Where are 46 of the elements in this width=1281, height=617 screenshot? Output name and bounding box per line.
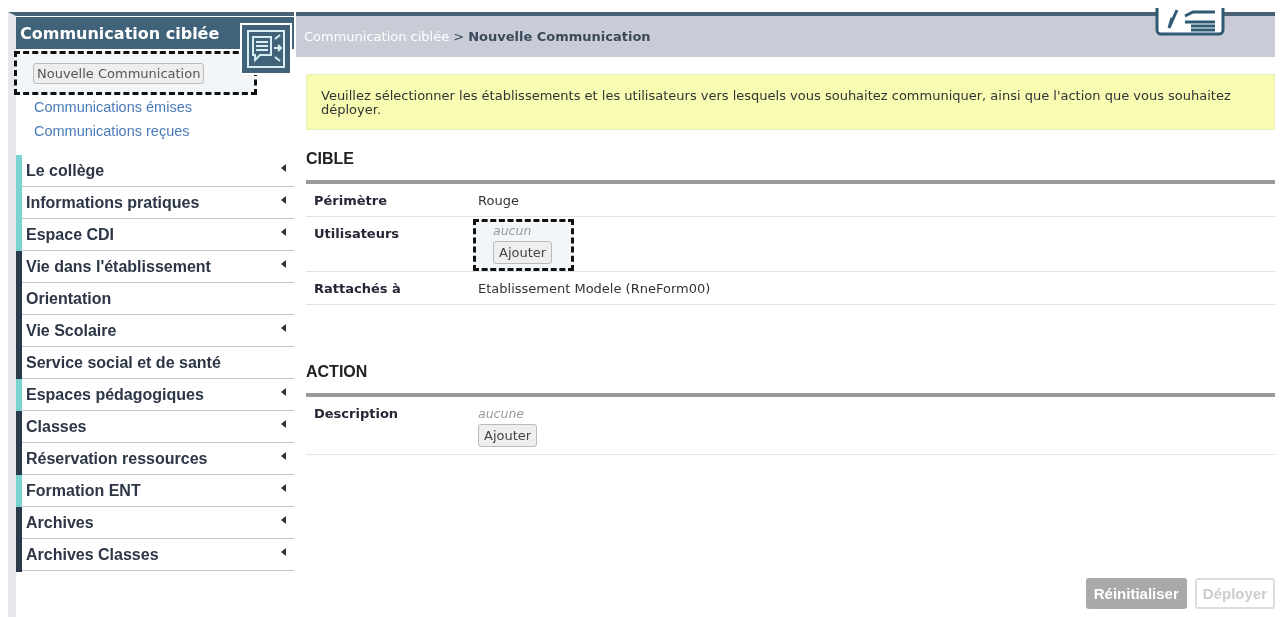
menu-item-label: Service social et de santé [25,353,222,372]
pen-document-icon [1155,8,1225,38]
new-communication-button[interactable]: Nouvelle Communication [33,63,205,84]
breadcrumb-current: Nouvelle Communication [468,29,651,44]
empty-value: aucune [478,406,524,421]
menu-item-label: Vie dans l'établissement [25,257,212,276]
menu-item[interactable]: Classes [16,411,294,443]
menu-item[interactable]: Informations pratiques [16,187,294,219]
add-button[interactable]: Ajouter [478,424,538,447]
menu-item-label: Formation ENT [25,481,142,500]
field-label: Rattachés à [314,280,402,296]
menu-item-label: Le collège [25,161,106,180]
field-label: Périmètre [314,192,389,208]
field-label: Utilisateurs [314,225,401,241]
sidebar-link[interactable]: Communications émises [34,99,192,115]
sidebar-title: Communication ciblée [20,23,220,43]
menu-item-label: Espaces pédagogiques [25,385,205,404]
sidebar-link[interactable]: Communications reçues [34,123,190,139]
menu-item[interactable]: Service social et de santé [16,347,294,379]
empty-value: aucun [493,223,532,238]
menu-item-label: Réservation ressources [25,449,209,468]
section-heading: ACTION [306,363,1275,397]
menu-item-label: Informations pratiques [25,193,201,212]
menu-item-label: Archives Classes [25,545,160,564]
section-heading: CIBLE [306,150,1275,184]
menu-item-label: Vie Scolaire [25,321,118,340]
field-label: Description [314,405,400,421]
menu-item-label: Classes [25,417,88,436]
breadcrumb-separator: > [453,29,465,44]
menu-item[interactable]: Le collège [16,155,294,187]
menu-item[interactable]: Vie Scolaire [16,315,294,347]
add-button[interactable]: Ajouter [493,241,553,264]
menu-item-label: Espace CDI [25,225,116,244]
menu-item[interactable]: Formation ENT [16,475,294,507]
field-value: Rouge [478,193,519,208]
menu-item[interactable]: Espace CDI [16,219,294,251]
info-message: Veuillez sélectionner les établissements et les utilisateurs vers lesquels vous souhaitez communiquer, ainsi que l'action que vous souhaitez déployer. [306,74,1275,130]
menu-item[interactable]: Réservation ressources [16,443,294,475]
menu-item[interactable]: Vie dans l'établissement [16,251,294,283]
menu-item[interactable]: Archives [16,507,294,539]
menu-item[interactable]: Orientation [16,283,294,315]
field-value: Etablissement Modele (RneForm00) [478,281,711,296]
menu-item[interactable]: Espaces pédagogiques [16,379,294,411]
menu-item[interactable]: Archives Classes [16,539,294,571]
menu-item-label: Orientation [25,289,113,308]
menu-item-label: Archives [25,513,95,532]
